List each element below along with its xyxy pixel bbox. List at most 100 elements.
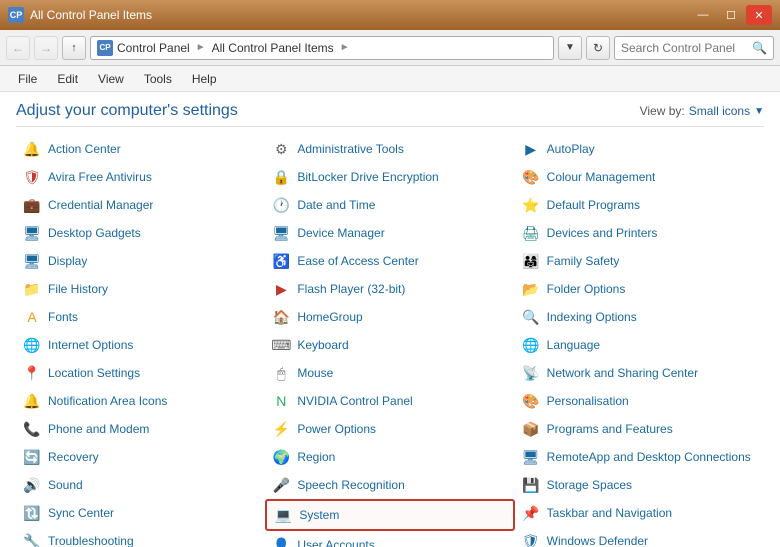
- control-panel-item[interactable]: ⚙Administrative Tools: [265, 135, 514, 163]
- item-icon: 🌍: [271, 447, 291, 467]
- control-panel-item[interactable]: ▶AutoPlay: [515, 135, 764, 163]
- item-icon: ▶: [271, 279, 291, 299]
- item-icon: 🛡: [22, 167, 42, 187]
- item-label: System: [299, 508, 339, 522]
- control-panel-item[interactable]: AFonts: [16, 303, 265, 331]
- control-panel-item[interactable]: NNVIDIA Control Panel: [265, 387, 514, 415]
- item-label: Folder Options: [547, 282, 626, 296]
- item-label: Keyboard: [297, 338, 348, 352]
- control-panel-item[interactable]: 📁File History: [16, 275, 265, 303]
- control-panel-item[interactable]: ♿Ease of Access Center: [265, 247, 514, 275]
- search-input[interactable]: [621, 41, 748, 55]
- menu-edit[interactable]: Edit: [47, 68, 88, 90]
- window-controls: — ☐ ✕: [690, 5, 772, 25]
- item-label: Indexing Options: [547, 310, 637, 324]
- item-label: Ease of Access Center: [297, 254, 418, 268]
- control-panel-item[interactable]: ⚡Power Options: [265, 415, 514, 443]
- item-icon: 💼: [22, 195, 42, 215]
- window-title: All Control Panel Items: [30, 8, 152, 22]
- maximize-button[interactable]: ☐: [718, 5, 744, 25]
- item-label: Recovery: [48, 450, 99, 464]
- control-panel-item[interactable]: 🔔Notification Area Icons: [16, 387, 265, 415]
- minimize-button[interactable]: —: [690, 5, 716, 25]
- control-panel-item[interactable]: 🔒 BitLocker Drive Encryption: [265, 163, 514, 191]
- control-panel-item[interactable]: 🌐 Language: [515, 331, 764, 359]
- page-title: Adjust your computer's settings: [16, 102, 238, 120]
- control-panel-item[interactable]: 💼Credential Manager: [16, 191, 265, 219]
- menu-help[interactable]: Help: [182, 68, 227, 90]
- item-label: Windows Defender: [547, 534, 648, 547]
- control-panel-item[interactable]: 🌍 Region: [265, 443, 514, 471]
- search-icon[interactable]: 🔍: [752, 41, 767, 55]
- item-label: Desktop Gadgets: [48, 226, 141, 240]
- control-panel-item[interactable]: 🕐 Date and Time: [265, 191, 514, 219]
- control-panel-item[interactable]: 🖥Desktop Gadgets: [16, 219, 265, 247]
- control-panel-item[interactable]: 📍Location Settings: [16, 359, 265, 387]
- item-icon: 🔒: [271, 167, 291, 187]
- item-icon: 🕐: [271, 195, 291, 215]
- item-label: Storage Spaces: [547, 478, 632, 492]
- control-panel-item[interactable]: 🎤Speech Recognition: [265, 471, 514, 499]
- forward-button[interactable]: →: [34, 36, 58, 60]
- control-panel-item[interactable]: 🖨Devices and Printers: [515, 219, 764, 247]
- item-label: Notification Area Icons: [48, 394, 167, 408]
- menu-file[interactable]: File: [8, 68, 47, 90]
- search-field[interactable]: 🔍: [614, 36, 774, 60]
- item-icon: 🌐: [521, 335, 541, 355]
- control-panel-item[interactable]: 💻System: [265, 499, 514, 531]
- close-button[interactable]: ✕: [746, 5, 772, 25]
- control-panel-item[interactable]: 🖥Device Manager: [265, 219, 514, 247]
- control-panel-item[interactable]: 🖱Mouse: [265, 359, 514, 387]
- path-arrow-2: ►: [340, 42, 350, 53]
- control-panel-item[interactable]: 🔍 Indexing Options: [515, 303, 764, 331]
- control-panel-item[interactable]: 🖥Display: [16, 247, 265, 275]
- control-panel-item[interactable]: 📂Folder Options: [515, 275, 764, 303]
- item-icon: 🎨: [521, 167, 541, 187]
- control-panel-item[interactable]: 🛡Avira Free Antivirus: [16, 163, 265, 191]
- control-panel-item[interactable]: 🔔Action Center: [16, 135, 265, 163]
- column-2: ▶AutoPlay🎨Colour Management⭐Default Prog…: [515, 135, 764, 547]
- control-panel-item[interactable]: ⌨Keyboard: [265, 331, 514, 359]
- control-panel-item[interactable]: 📡Network and Sharing Center: [515, 359, 764, 387]
- refresh-button[interactable]: ↻: [586, 36, 610, 60]
- control-panel-item[interactable]: 🛡Windows Defender: [515, 527, 764, 547]
- control-panel-item[interactable]: ▶Flash Player (32-bit): [265, 275, 514, 303]
- item-label: AutoPlay: [547, 142, 595, 156]
- control-panel-item[interactable]: 🏠HomeGroup: [265, 303, 514, 331]
- control-panel-item[interactable]: 🎨Colour Management: [515, 163, 764, 191]
- control-panel-item[interactable]: 🎨Personalisation: [515, 387, 764, 415]
- menu-tools[interactable]: Tools: [134, 68, 182, 90]
- control-panel-item[interactable]: ⭐Default Programs: [515, 191, 764, 219]
- item-label: Fonts: [48, 310, 78, 324]
- control-panel-item[interactable]: 🔃Sync Center: [16, 499, 265, 527]
- control-panel-item[interactable]: 🖥RemoteApp and Desktop Connections: [515, 443, 764, 471]
- control-panel-item[interactable]: 🌐Internet Options: [16, 331, 265, 359]
- address-field[interactable]: CP Control Panel ► All Control Panel Ite…: [90, 36, 554, 60]
- item-label: Date and Time: [297, 198, 375, 212]
- control-panel-item[interactable]: 📌Taskbar and Navigation: [515, 499, 764, 527]
- address-path-part2: All Control Panel Items: [212, 41, 334, 55]
- item-icon: 🖥: [521, 447, 541, 467]
- item-label: Language: [547, 338, 600, 352]
- control-panel-item[interactable]: 👤User Accounts: [265, 531, 514, 547]
- address-dropdown[interactable]: ▼: [558, 36, 582, 60]
- control-panel-item[interactable]: 🔄Recovery: [16, 443, 265, 471]
- back-button[interactable]: ←: [6, 36, 30, 60]
- control-panel-item[interactable]: 📦Programs and Features: [515, 415, 764, 443]
- up-button[interactable]: ↑: [62, 36, 86, 60]
- control-panel-item[interactable]: 📞Phone and Modem: [16, 415, 265, 443]
- item-label: Sound: [48, 478, 83, 492]
- item-label: Devices and Printers: [547, 226, 658, 240]
- viewby-arrow[interactable]: ▼: [754, 106, 764, 117]
- viewby-value[interactable]: Small icons: [689, 104, 750, 118]
- item-label: BitLocker Drive Encryption: [297, 170, 438, 184]
- item-icon: 📡: [521, 363, 541, 383]
- control-panel-item[interactable]: 💾Storage Spaces: [515, 471, 764, 499]
- menu-view[interactable]: View: [88, 68, 134, 90]
- control-panel-item[interactable]: 👨‍👩‍👧Family Safety: [515, 247, 764, 275]
- item-label: Region: [297, 450, 335, 464]
- item-label: Speech Recognition: [297, 478, 404, 492]
- control-panel-item[interactable]: 🔧Troubleshooting: [16, 527, 265, 547]
- control-panel-item[interactable]: 🔊Sound: [16, 471, 265, 499]
- item-icon: 🔍: [521, 307, 541, 327]
